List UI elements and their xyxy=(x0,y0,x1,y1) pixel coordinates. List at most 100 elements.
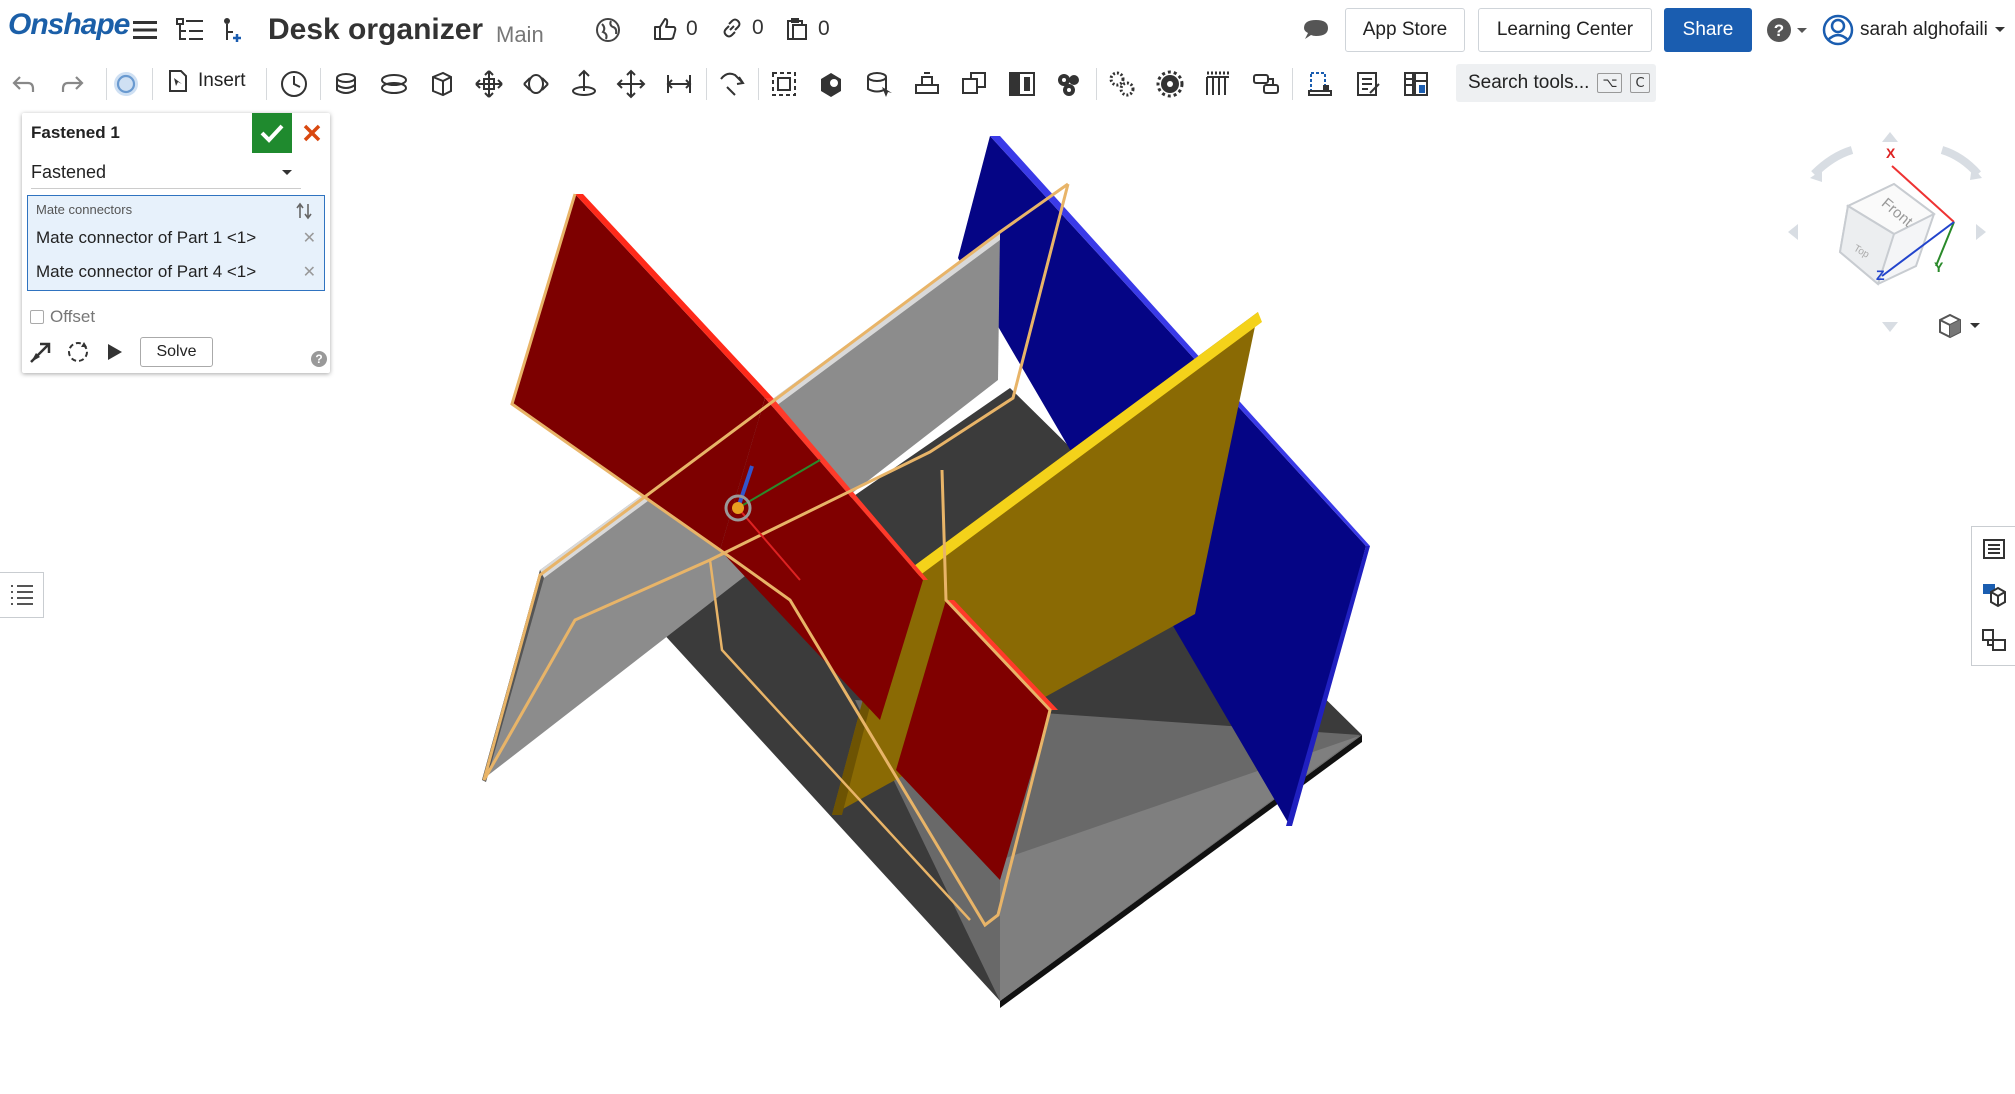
fix-icon[interactable] xyxy=(861,66,897,102)
tangent-mate-icon[interactable] xyxy=(766,66,802,102)
mate-connectors-header: Mate connectors xyxy=(36,202,133,217)
mate-connector-row[interactable]: Mate connector of Part 4 <1> ✕ xyxy=(36,262,316,282)
fastened-mate-icon[interactable] xyxy=(376,66,412,102)
instances-tab-icon[interactable] xyxy=(1980,627,2008,655)
globe-icon[interactable] xyxy=(592,14,624,46)
replicate-icon[interactable] xyxy=(108,66,144,102)
feature-list-toggle[interactable] xyxy=(0,572,44,618)
animate-icon[interactable] xyxy=(64,338,92,366)
cylindrical-mate-icon[interactable] xyxy=(566,66,602,102)
view-right-arrow-icon[interactable] xyxy=(1976,224,1986,240)
likes-count: 0 xyxy=(686,17,698,40)
screw-relation-icon[interactable] xyxy=(1104,66,1140,102)
drag-arrow-icon[interactable] xyxy=(28,339,54,365)
search-tools-input[interactable]: Search tools... ⌥ C xyxy=(1456,64,1656,102)
insert-icon xyxy=(169,70,187,92)
avatar-icon xyxy=(1822,14,1854,46)
play-icon[interactable] xyxy=(102,340,126,364)
rack-pinion-icon[interactable] xyxy=(1051,66,1087,102)
animation-tools: Solve xyxy=(28,337,213,367)
comments-icon[interactable] xyxy=(1300,14,1332,46)
insert-part-icon[interactable] xyxy=(216,14,248,46)
explode-icon[interactable] xyxy=(1302,66,1338,102)
chevron-down-icon xyxy=(282,169,292,175)
branch-name[interactable]: Main xyxy=(496,22,544,48)
help-menu-icon[interactable]: ? xyxy=(1762,14,1812,46)
linear-relation-icon[interactable] xyxy=(1152,66,1188,102)
likes-counter[interactable]: 0 xyxy=(652,16,698,42)
close-icon xyxy=(303,124,321,142)
red-part-upper[interactable] xyxy=(512,194,765,550)
relation-icon[interactable] xyxy=(956,66,992,102)
user-name: sarah alghofaili xyxy=(1860,19,1988,40)
checkmark-icon xyxy=(260,124,284,143)
top-bar: Onshape Desk organizer Main 0 0 0 App St… xyxy=(0,0,2015,58)
properties-tab-icon[interactable] xyxy=(1980,535,2008,563)
user-menu[interactable]: sarah alghofaili xyxy=(1822,14,2006,46)
mate-connectors-list[interactable]: Mate connectors Mate connector of Part 1… xyxy=(27,195,325,291)
mate-feature-icon[interactable] xyxy=(909,66,945,102)
copies-counter[interactable]: 0 xyxy=(784,16,830,42)
document-title[interactable]: Desk organizer xyxy=(268,13,483,47)
linear-pattern-icon[interactable] xyxy=(1200,66,1236,102)
cancel-button[interactable] xyxy=(298,119,326,147)
parallel-mate-icon[interactable] xyxy=(714,66,750,102)
mate-connector-label: Mate connector of Part 4 <1> xyxy=(36,262,257,281)
appearance-tab-icon[interactable] xyxy=(1980,581,2008,609)
gear-relation-icon[interactable] xyxy=(1004,66,1040,102)
solve-button[interactable]: Solve xyxy=(140,337,213,367)
circular-pattern-icon[interactable] xyxy=(1248,66,1284,102)
links-counter[interactable]: 0 xyxy=(720,16,764,40)
help-icon[interactable]: ? xyxy=(311,351,327,367)
mate-connector-icon[interactable] xyxy=(328,66,364,102)
view-down-arrow-icon[interactable] xyxy=(1882,322,1898,332)
flip-order-icon[interactable] xyxy=(296,202,312,225)
undo-icon[interactable] xyxy=(6,66,42,102)
history-icon[interactable] xyxy=(276,66,312,102)
insert-button[interactable]: Insert xyxy=(166,68,246,94)
list-icon xyxy=(10,585,33,605)
remove-icon[interactable]: ✕ xyxy=(303,228,316,248)
shortcut-key-c: C xyxy=(1630,73,1650,93)
offset-option[interactable]: Offset xyxy=(30,307,95,327)
learning-center-button[interactable]: Learning Center xyxy=(1478,8,1652,52)
offset-checkbox[interactable] xyxy=(30,310,44,324)
ball-mate-icon[interactable] xyxy=(661,66,697,102)
pin-slot-mate-icon[interactable] xyxy=(613,66,649,102)
axis-x-label: X xyxy=(1886,145,1896,161)
planar-mate-icon[interactable] xyxy=(518,66,554,102)
view-up-arrow-icon[interactable] xyxy=(1882,132,1898,142)
mate-connector-label: Mate connector of Part 1 <1> xyxy=(36,228,257,247)
view-options-icon[interactable] xyxy=(1936,312,1986,342)
axis-y-label: Y xyxy=(1934,259,1944,275)
accept-button[interactable] xyxy=(252,113,292,153)
clipboard-icon xyxy=(787,18,807,40)
insert-label: Insert xyxy=(198,70,246,91)
app-store-button[interactable]: App Store xyxy=(1345,8,1465,52)
section-view-icon[interactable] xyxy=(1350,66,1386,102)
measure-icon[interactable] xyxy=(1398,66,1434,102)
svg-text:?: ? xyxy=(1774,21,1784,40)
view-left-arrow-icon[interactable] xyxy=(1788,224,1798,240)
thumbs-up-icon xyxy=(654,18,677,40)
redo-icon[interactable] xyxy=(54,66,90,102)
revolute-mate-icon[interactable] xyxy=(424,66,460,102)
slider-mate-icon[interactable] xyxy=(471,66,507,102)
feature-list-icon[interactable] xyxy=(174,14,206,46)
link-icon xyxy=(723,18,741,38)
mate-dialog: Fastened 1 Fastened Mate connectors Mate… xyxy=(22,113,330,373)
offset-label: Offset xyxy=(50,307,96,326)
search-tools-label: Search tools... xyxy=(1468,72,1590,93)
share-button[interactable]: Share xyxy=(1664,8,1752,52)
mate-type-select[interactable]: Fastened xyxy=(31,157,301,189)
chevron-down-icon xyxy=(1994,27,2005,32)
mate-type-value: Fastened xyxy=(31,162,107,182)
hamburger-menu-icon[interactable] xyxy=(130,14,162,46)
mate-connector-row[interactable]: Mate connector of Part 1 <1> ✕ xyxy=(36,228,316,248)
onshape-logo[interactable]: Onshape xyxy=(8,8,130,42)
axis-z-label: Z xyxy=(1876,267,1885,283)
shortcut-key-alt: ⌥ xyxy=(1597,73,1623,93)
group-icon[interactable] xyxy=(813,66,849,102)
remove-icon[interactable]: ✕ xyxy=(303,262,316,282)
dialog-title: Fastened 1 xyxy=(31,123,120,142)
